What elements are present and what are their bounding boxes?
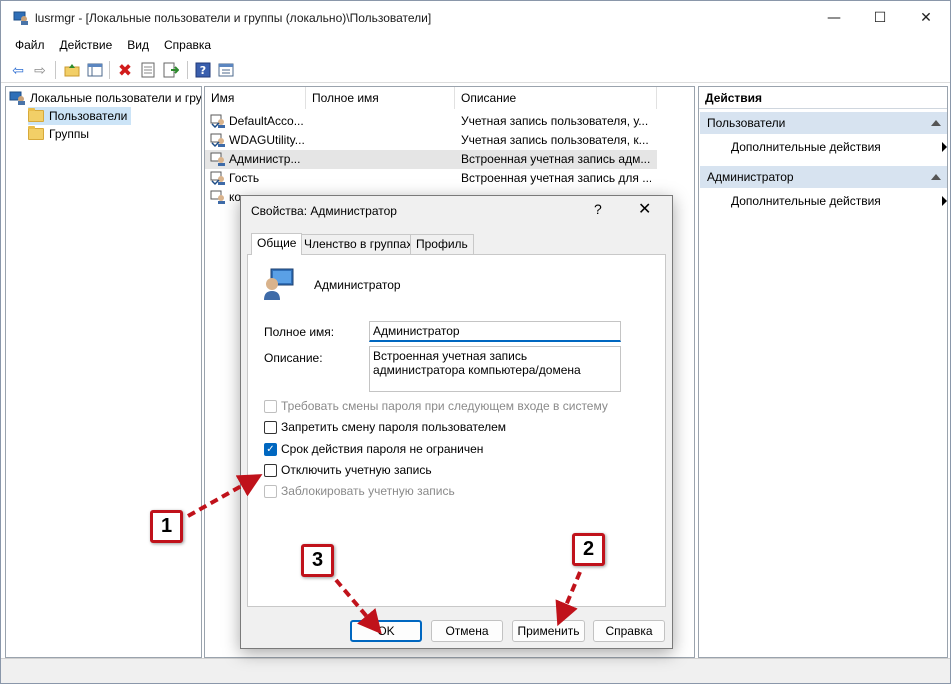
annotation-arrow-3 xyxy=(334,578,382,635)
annotation-badge-3: 3 xyxy=(301,544,334,577)
annotation-badge-1: 1 xyxy=(150,510,183,543)
annotation-badge-2: 2 xyxy=(572,533,605,566)
annotation-arrows xyxy=(187,474,582,635)
annotation-arrow-2 xyxy=(555,571,582,627)
annotation-arrow-1 xyxy=(187,474,263,518)
